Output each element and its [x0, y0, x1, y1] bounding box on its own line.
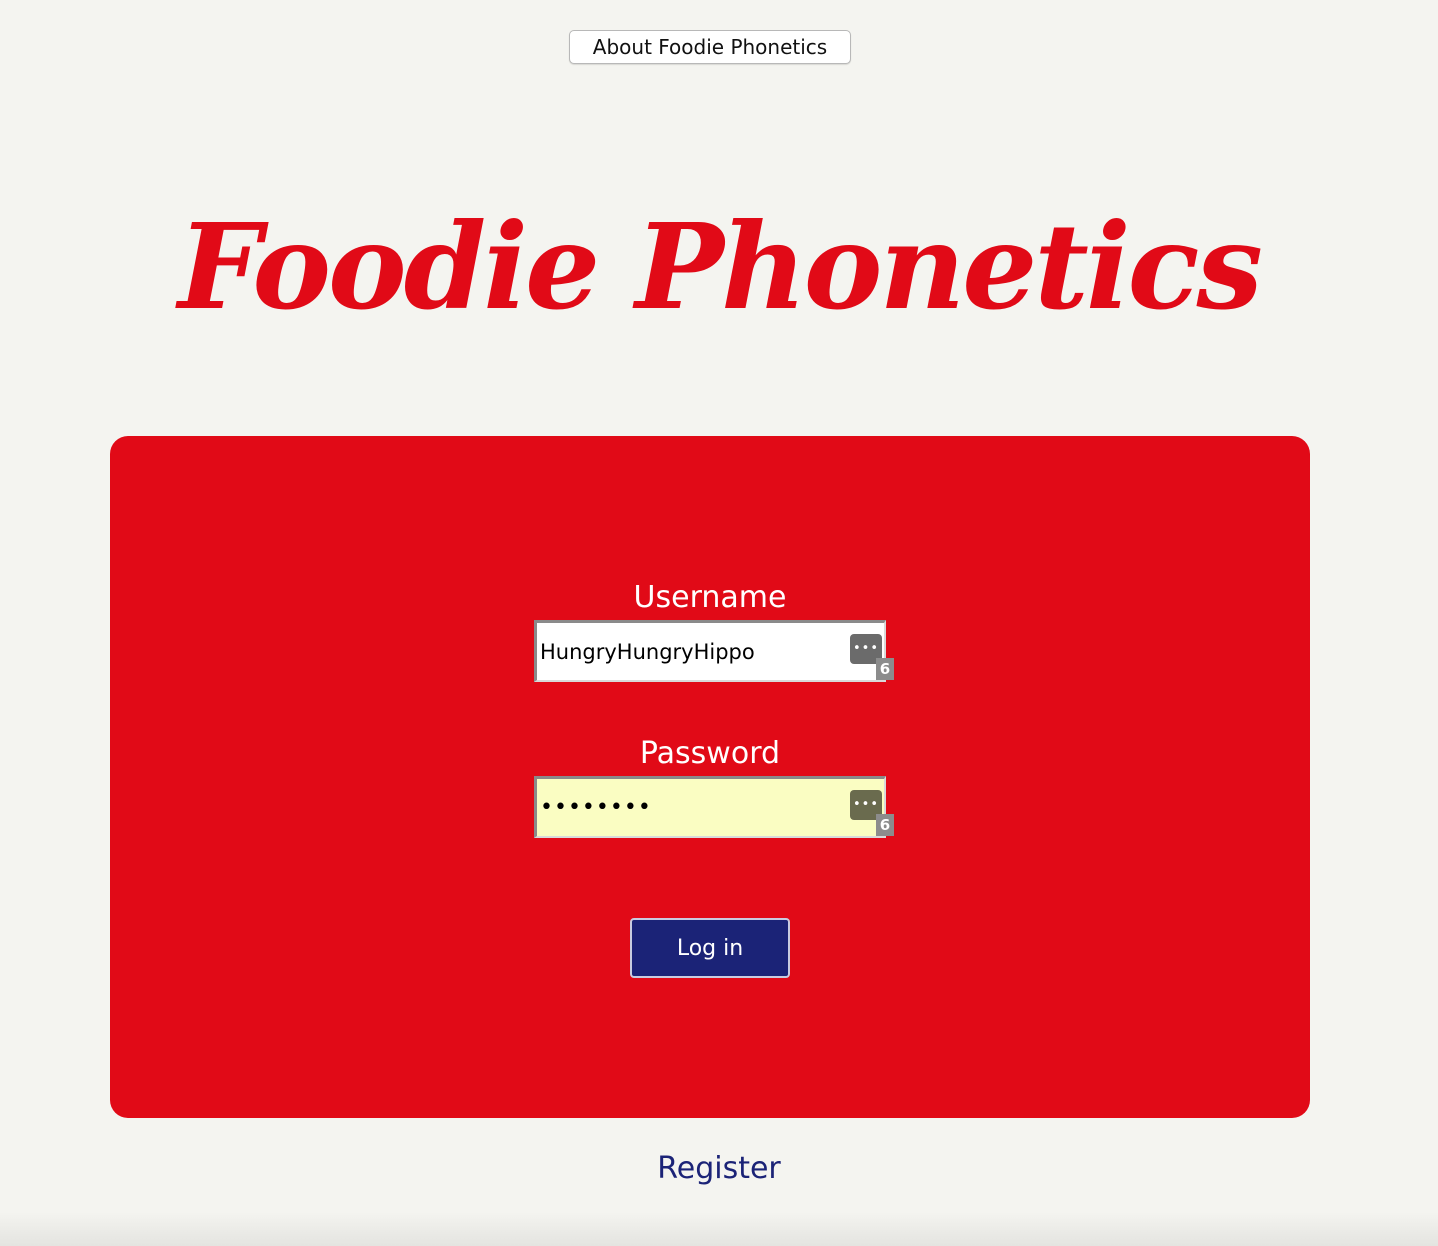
- register-link[interactable]: Register: [657, 1151, 781, 1186]
- login-button[interactable]: Log in: [630, 918, 790, 978]
- password-manager-count-badge: 6: [876, 814, 894, 836]
- register-section: Register: [0, 1150, 1438, 1188]
- username-field[interactable]: [534, 620, 886, 682]
- password-label: Password: [639, 736, 781, 771]
- login-page: About Foodie Phonetics Foodie Phonetics …: [0, 0, 1438, 1246]
- about-button[interactable]: About Foodie Phonetics: [569, 30, 851, 64]
- bottom-edge: [0, 1212, 1438, 1246]
- login-card: Username ••• 6 Password ••• 6 Log in: [110, 436, 1310, 1118]
- password-field[interactable]: [534, 776, 886, 838]
- password-manager-count-badge: 6: [876, 658, 894, 680]
- page-title: Foodie Phonetics: [178, 197, 1263, 336]
- username-label: Username: [633, 580, 787, 615]
